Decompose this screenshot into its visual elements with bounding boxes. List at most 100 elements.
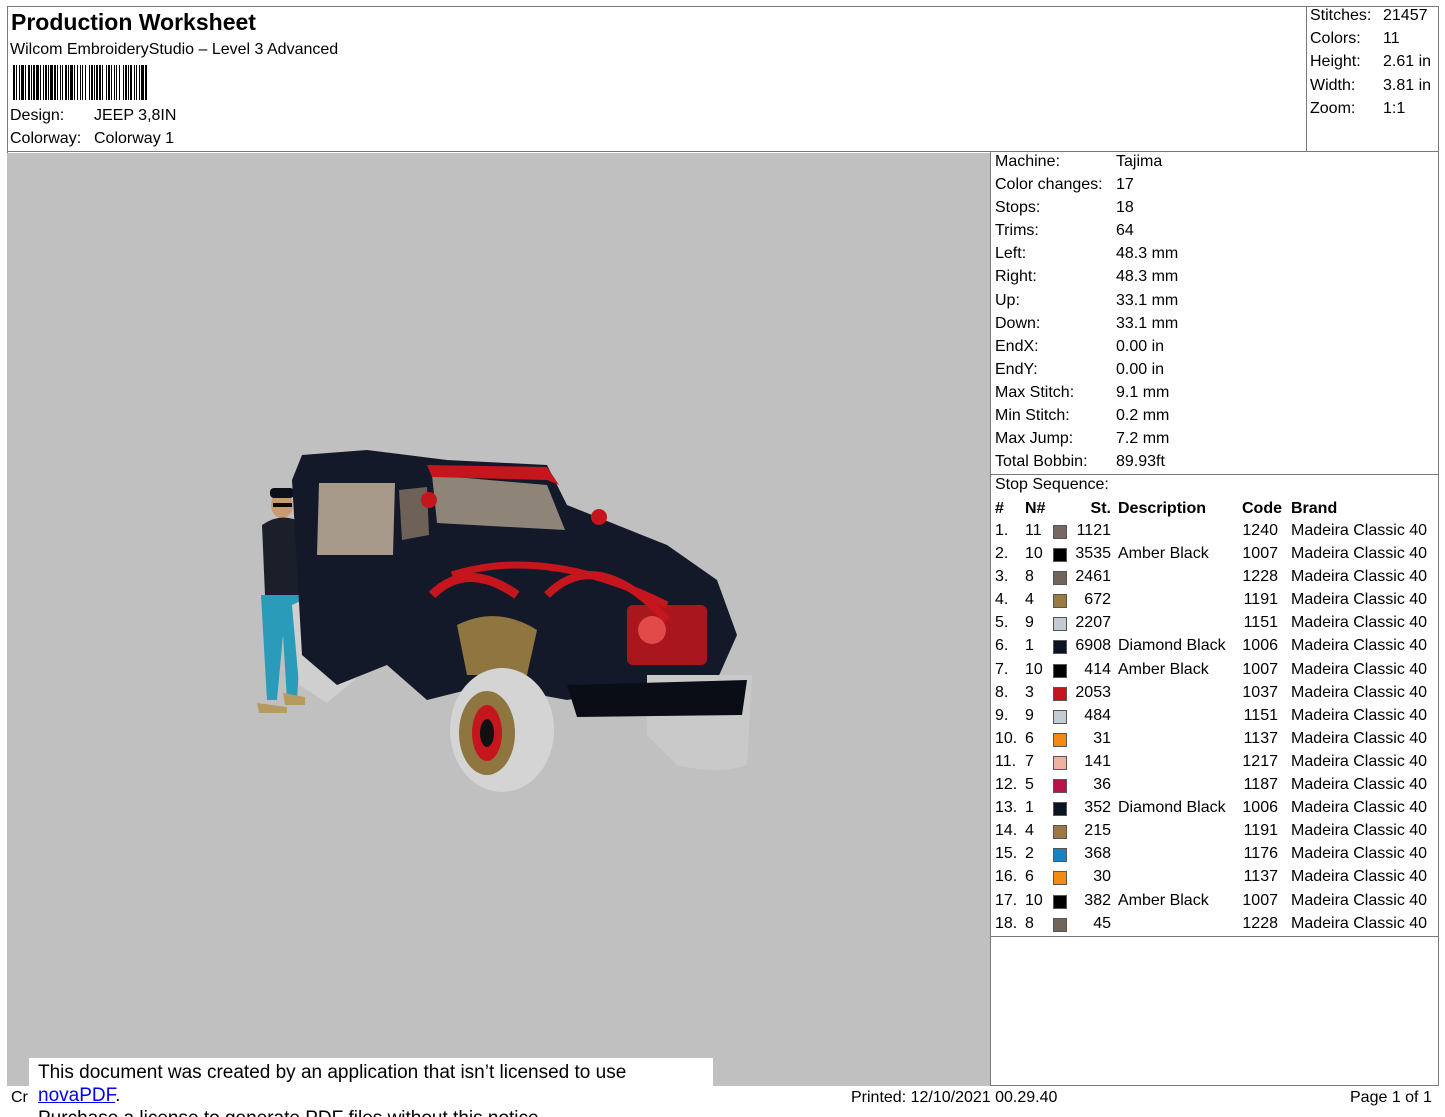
row-index: 17. [995,891,1018,909]
machine-row: EndY: 0.00 in [995,360,1178,383]
stat-label: Stitches: [1310,7,1372,24]
machine-value: 0.2 mm [1116,407,1170,425]
color-swatch [1053,525,1067,539]
color-swatch [1053,617,1067,632]
row-index: 15. [995,845,1018,863]
col-needle: N# [1025,500,1046,517]
machine-row: EndX: 0.00 in [995,337,1178,360]
stat-value: 1:1 [1383,99,1406,117]
row-stitches: 141 [1084,752,1111,770]
notice-prefix: This document was created by an applicat… [38,1062,627,1083]
machine-row: Down: 33.1 mm [995,314,1178,337]
machine-value: 48.3 mm [1116,245,1179,263]
machine-label: Min Stitch: [995,407,1070,425]
row-stitches: 3535 [1075,545,1111,563]
row-index: 10. [995,729,1018,747]
novapdf-link[interactable]: novaPDF [38,1085,115,1106]
machine-row: Stops: 18 [995,198,1178,221]
machine-label: Up: [995,291,1020,309]
row-code: 1191 [1243,822,1278,840]
row-needle: 5 [1025,776,1034,794]
machine-row: Left: 48.3 mm [995,244,1178,267]
color-swatch [1053,917,1067,932]
machine-label: Right: [995,268,1037,286]
machine-label: Machine: [995,153,1060,170]
machine-label: EndY: [995,360,1038,378]
row-code: 1007 [1242,545,1278,563]
stat-row: Height: 2.61 in [1310,53,1431,76]
table-row: 1. 11 1121 1240 Madeira Classic 40 [995,521,1440,544]
frame-header-bottom [7,151,1439,152]
row-brand: Madeira Classic 40 [1291,891,1428,909]
machine-value: 33.1 mm [1116,314,1179,332]
row-description: Amber Black [1118,545,1209,563]
row-code: 1137 [1243,729,1278,747]
notice-line-1: This document was created by an applicat… [38,1061,713,1107]
row-code: 1176 [1243,845,1278,863]
machine-value: 18 [1116,199,1134,217]
row-index: 16. [995,868,1018,886]
stat-value: 3.81 in [1383,76,1432,94]
row-index: 4. [995,591,1009,609]
machine-label: Max Jump: [995,430,1074,448]
footer-fragment: Cr [11,1089,28,1106]
page-title: Production Worksheet [11,9,256,35]
machine-row: Trims: 64 [995,221,1178,244]
stat-value: 11 [1383,30,1400,48]
row-description: Diamond Black [1118,637,1226,655]
frame-top [7,6,1439,7]
row-stitches: 31 [1093,729,1111,747]
row-stitches: 672 [1084,591,1111,609]
stat-row: Width: 3.81 in [1310,77,1431,100]
machine-label: Trims: [995,222,1039,240]
machine-value: 0.00 in [1116,360,1165,378]
frame-panel-divider [990,151,991,1086]
row-stitches: 6908 [1075,637,1111,655]
design-stats: Stitches: 21457 Colors: 11 Height: 2.61 in Wid… [1310,7,1431,123]
machine-label: Left: [995,245,1027,263]
machine-value: 33.1 mm [1116,291,1179,309]
machine-label: Stops: [995,199,1041,217]
row-index: 18. [995,914,1018,932]
stat-label: Width: [1310,76,1356,94]
machine-label: Total Bobbin: [995,453,1088,471]
software-name: Wilcom EmbroideryStudio – Level 3 Advanc… [10,41,339,58]
row-code: 1217 [1242,752,1278,770]
machine-row: Right: 48.3 mm [995,267,1178,290]
row-stitches: 45 [1093,914,1111,932]
stop-sequence-label: Stop Sequence: [995,476,1109,493]
row-description: Amber Black [1118,660,1209,678]
row-brand: Madeira Classic 40 [1291,591,1428,609]
row-index: 2. [995,545,1009,563]
stat-value: 21457 [1383,7,1428,24]
row-brand: Madeira Classic 40 [1291,776,1428,794]
row-index: 9. [995,706,1009,724]
license-notice: This document was created by an applicat… [29,1058,713,1117]
stat-row: Zoom: 1:1 [1310,100,1431,123]
row-needle: 9 [1025,614,1034,632]
colorway-value: Colorway 1 [94,130,175,147]
row-brand: Madeira Classic 40 [1291,545,1428,563]
row-needle: 1 [1025,799,1034,817]
page-number: Page 1 of 1 [1350,1089,1432,1106]
stat-label: Zoom: [1310,99,1356,117]
row-code: 1228 [1242,914,1278,932]
stat-label: Height: [1310,53,1361,71]
row-stitches: 30 [1093,868,1111,886]
row-brand: Madeira Classic 40 [1291,637,1428,655]
machine-row: Max Jump: 7.2 mm [995,429,1178,452]
row-code: 1151 [1243,614,1278,632]
row-needle: 11 [1025,522,1042,539]
design-preview [7,153,990,1086]
machine-row: Color changes: 17 [995,175,1178,198]
machine-value: Tajima [1116,153,1163,170]
colorway-label: Colorway: [10,130,82,147]
table-row: 5. 9 2207 1151 Madeira Classic 40 [995,613,1440,636]
row-code: 1191 [1243,591,1278,609]
row-brand: Madeira Classic 40 [1291,914,1428,932]
machine-label: Color changes: [995,176,1103,194]
row-brand: Madeira Classic 40 [1291,522,1428,539]
color-swatch [1053,640,1067,655]
row-needle: 1 [1025,637,1034,655]
machine-info: Machine: Tajima Color changes: 17 Stops: 18 Tr… [995,152,1178,475]
